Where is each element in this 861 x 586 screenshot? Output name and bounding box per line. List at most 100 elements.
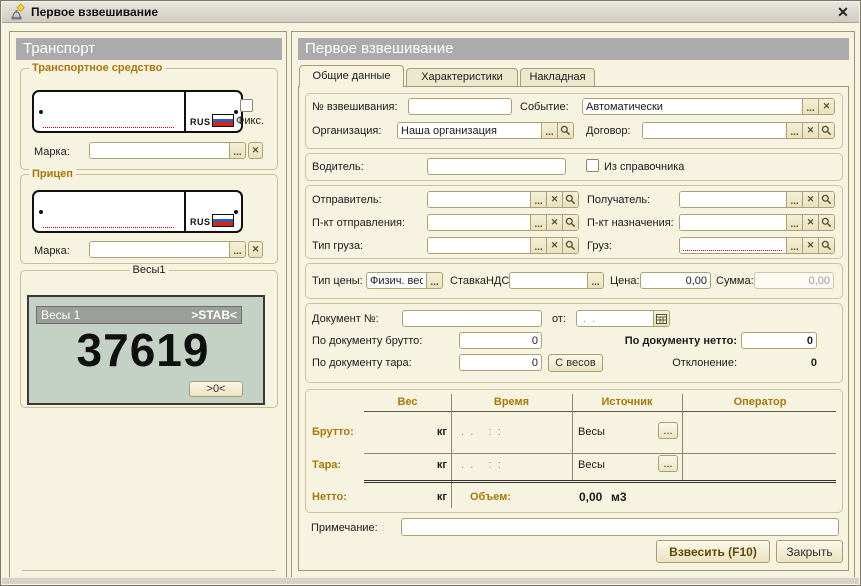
required-underline bbox=[43, 127, 174, 128]
close-form-button[interactable]: Закрыть bbox=[776, 540, 843, 563]
ellipsis-button[interactable]: ... bbox=[587, 273, 603, 288]
lookup-button[interactable] bbox=[818, 123, 834, 138]
tare-unit: кг bbox=[364, 459, 447, 471]
doc-number-input[interactable] bbox=[402, 310, 542, 327]
price-type-input[interactable] bbox=[367, 273, 426, 288]
vat-input[interactable] bbox=[510, 273, 587, 288]
gross-source: Весы bbox=[578, 426, 605, 438]
departure-input[interactable] bbox=[428, 215, 530, 230]
cargo-field: ... ✕ bbox=[679, 237, 835, 254]
trailer-group-title: Прицеп bbox=[29, 168, 76, 180]
destination-label: П-кт назначения: bbox=[587, 217, 674, 229]
ellipsis-button[interactable]: ... bbox=[786, 238, 802, 253]
from-scales-button[interactable]: С весов bbox=[548, 354, 603, 372]
lookup-button[interactable] bbox=[562, 238, 578, 253]
calendar-button[interactable] bbox=[653, 311, 669, 326]
ellipsis-button[interactable]: ... bbox=[530, 215, 546, 230]
note-input[interactable] bbox=[401, 518, 839, 536]
contract-input[interactable] bbox=[643, 123, 786, 138]
vehicle-brand-input[interactable] bbox=[90, 143, 229, 158]
ellipsis-button[interactable]: ... bbox=[658, 422, 678, 439]
vat-label: СтавкаНДС: bbox=[450, 275, 512, 287]
doc-number-label: Документ №: bbox=[312, 313, 379, 325]
zero-button[interactable]: >0< bbox=[189, 381, 243, 397]
ellipsis-button[interactable]: ... bbox=[786, 123, 802, 138]
volume-value: 0,00 bbox=[579, 490, 602, 504]
doc-gross-input[interactable] bbox=[459, 332, 542, 349]
close-icon[interactable]: ✕ bbox=[834, 4, 852, 21]
scales-weight-value: 37619 bbox=[29, 323, 257, 377]
clear-button[interactable]: ✕ bbox=[818, 99, 834, 114]
clear-button[interactable]: ✕ bbox=[248, 142, 263, 159]
trailer-plate: RUS bbox=[32, 190, 243, 233]
magnifier-icon bbox=[821, 125, 832, 136]
fix-checkbox[interactable] bbox=[240, 99, 253, 112]
departure-label: П-кт отправления: bbox=[312, 217, 405, 229]
clear-button[interactable]: ✕ bbox=[546, 192, 562, 207]
scales-display: Весы 1 >STAB< 37619 >0< bbox=[27, 295, 265, 405]
lookup-button[interactable] bbox=[818, 192, 834, 207]
receiver-input[interactable] bbox=[680, 192, 786, 207]
ellipsis-button[interactable]: ... bbox=[426, 273, 442, 288]
ellipsis-button[interactable]: ... bbox=[530, 192, 546, 207]
lookup-button[interactable] bbox=[562, 215, 578, 230]
calendar-icon bbox=[656, 313, 667, 324]
tab-characteristics[interactable]: Характеристики bbox=[406, 68, 518, 86]
ellipsis-button[interactable]: ... bbox=[229, 143, 245, 158]
ellipsis-button[interactable]: ... bbox=[530, 238, 546, 253]
tab-invoice[interactable]: Накладная bbox=[520, 68, 595, 86]
sender-input[interactable] bbox=[428, 192, 530, 207]
cargo-input[interactable] bbox=[680, 238, 786, 253]
weighing-number-input[interactable] bbox=[408, 98, 512, 115]
destination-field: ... ✕ bbox=[679, 214, 835, 231]
doc-date-label: от: bbox=[552, 313, 566, 325]
ellipsis-button[interactable]: ... bbox=[786, 192, 802, 207]
doc-date-input[interactable] bbox=[577, 311, 653, 326]
ellipsis-button[interactable]: ... bbox=[802, 99, 818, 114]
doc-tare-input[interactable] bbox=[459, 354, 542, 371]
cargo-type-input[interactable] bbox=[428, 238, 530, 253]
organization-label: Организация: bbox=[312, 125, 381, 137]
tab-general[interactable]: Общие данные bbox=[299, 65, 404, 87]
from-catalog-label: Из справочника bbox=[604, 161, 684, 173]
plate-bolt-icon bbox=[234, 210, 238, 214]
clear-button[interactable]: ✕ bbox=[248, 241, 263, 258]
clear-button[interactable]: ✕ bbox=[802, 192, 818, 207]
event-input[interactable] bbox=[583, 99, 802, 114]
organization-input[interactable] bbox=[398, 123, 541, 138]
driver-input[interactable] bbox=[427, 158, 566, 175]
from-catalog-checkbox[interactable] bbox=[586, 159, 599, 172]
clear-button[interactable]: ✕ bbox=[546, 238, 562, 253]
cargo-type-label: Тип груза: bbox=[312, 240, 363, 252]
ellipsis-button[interactable]: ... bbox=[229, 242, 245, 257]
clear-button[interactable]: ✕ bbox=[802, 238, 818, 253]
tare-time: . . : : bbox=[458, 459, 504, 471]
clear-button[interactable]: ✕ bbox=[546, 215, 562, 230]
vehicle-brand-label: Марка: bbox=[34, 146, 70, 158]
weigh-button[interactable]: Взвесить (F10) bbox=[656, 540, 770, 563]
scales-tab-label: Весы1 bbox=[130, 264, 169, 276]
ellipsis-button[interactable]: ... bbox=[658, 455, 678, 472]
lookup-button[interactable] bbox=[818, 238, 834, 253]
clear-button[interactable]: ✕ bbox=[802, 215, 818, 230]
trailer-plate-number-input[interactable] bbox=[34, 192, 186, 231]
organization-field: ... bbox=[397, 122, 574, 139]
clear-button[interactable]: ✕ bbox=[802, 123, 818, 138]
trailer-brand-input[interactable] bbox=[90, 242, 229, 257]
magnifier-icon bbox=[565, 240, 576, 251]
ellipsis-button[interactable]: ... bbox=[541, 123, 557, 138]
contract-field: ... ✕ bbox=[642, 122, 835, 139]
vehicle-plate-number-input[interactable] bbox=[34, 92, 186, 131]
doc-net-input[interactable] bbox=[741, 332, 817, 349]
plate-bolt-icon bbox=[234, 110, 238, 114]
price-input[interactable] bbox=[640, 272, 711, 289]
column-divider bbox=[682, 394, 683, 481]
ellipsis-button[interactable]: ... bbox=[786, 215, 802, 230]
destination-input[interactable] bbox=[680, 215, 786, 230]
lookup-button[interactable] bbox=[818, 215, 834, 230]
magnifier-icon bbox=[560, 125, 571, 136]
scales-group: Весы1 Весы 1 >STAB< 37619 >0< bbox=[20, 270, 278, 408]
lookup-button[interactable] bbox=[562, 192, 578, 207]
section-price: Тип цены: ... СтавкаНДС: ... Цена: Сумма… bbox=[305, 263, 843, 299]
lookup-button[interactable] bbox=[557, 123, 573, 138]
